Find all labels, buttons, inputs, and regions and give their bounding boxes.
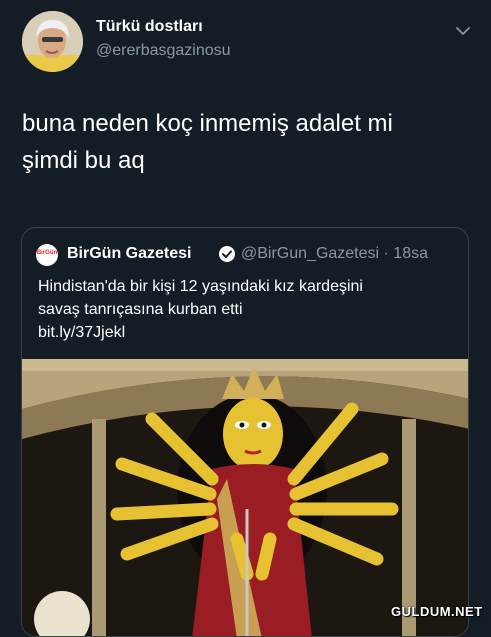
tweet-text: buna neden koç inmemiş adalet mi şimdi b… [22, 105, 462, 179]
quoted-tweet-image[interactable] [22, 359, 469, 637]
tweet-text-line: şimdi bu aq [22, 147, 145, 174]
author-avatar[interactable] [22, 11, 83, 72]
site-watermark: GULDUM.NET [391, 604, 483, 619]
quoted-text-line: Hindistan'da bir kişi 12 yaşındaki kız k… [38, 278, 363, 295]
quoted-account-name[interactable]: BirGün Gazetesi [67, 245, 191, 263]
tweet-text-line: buna neden koç inmemiş adalet mi [22, 110, 393, 137]
quoted-handle-time[interactable]: @BirGun_Gazetesi · 18sa [241, 245, 428, 263]
author-name[interactable]: Türkü dostları [96, 18, 203, 36]
quoted-logo-text: BirGün [36, 250, 58, 256]
quoted-account-logo[interactable]: BirGün [36, 244, 58, 266]
quoted-tweet-text: Hindistan'da bir kişi 12 yaşındaki kız k… [38, 275, 458, 344]
avatar-photo [22, 11, 83, 72]
verified-badge-icon [219, 246, 235, 262]
quoted-text-line: savaş tanrıçasına kurban etti [38, 301, 243, 318]
quoted-tweet-card[interactable]: BirGün BirGün Gazetesi @BirGun_Gazetesi … [21, 227, 469, 637]
author-handle[interactable]: @ererbasgazinosu [96, 42, 231, 60]
quoted-link[interactable]: bit.ly/37Jjekl [38, 321, 458, 344]
chevron-down-icon[interactable] [452, 20, 474, 42]
